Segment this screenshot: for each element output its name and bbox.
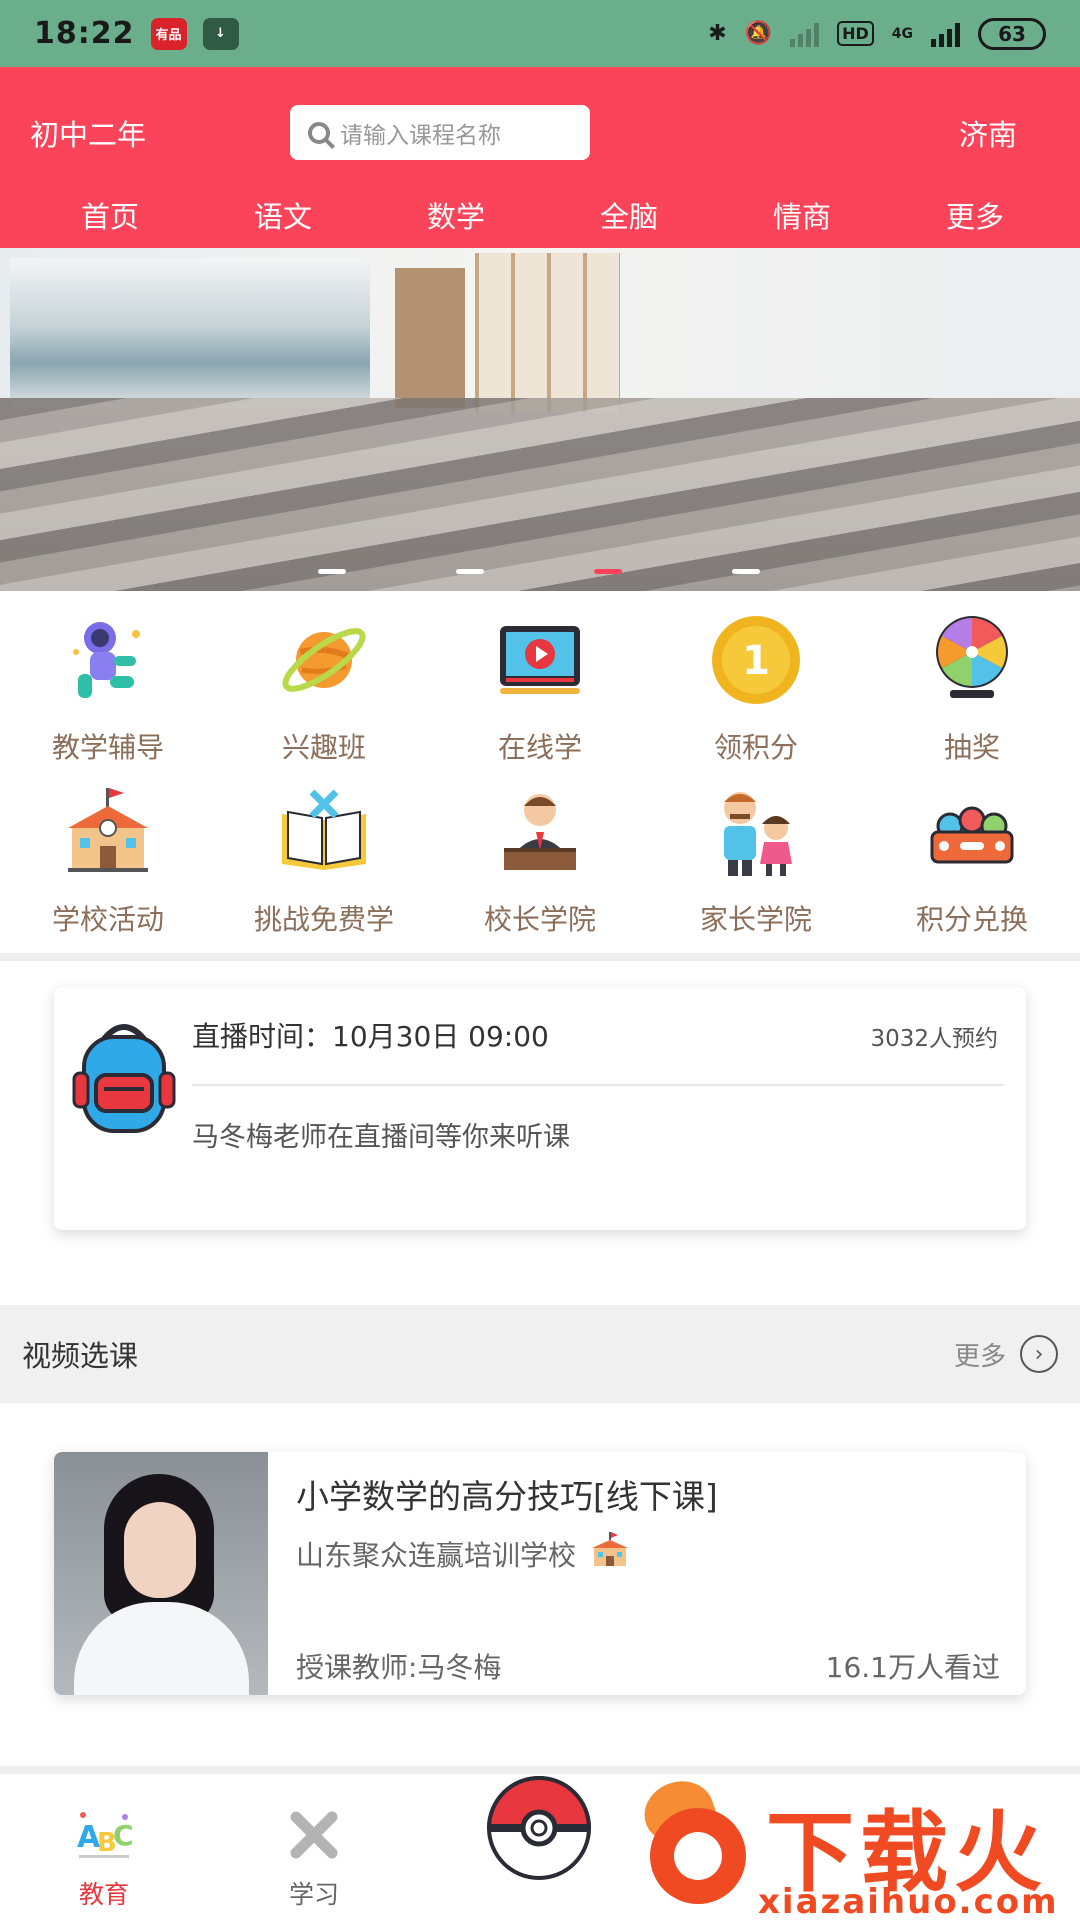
grid-item-free-challenge[interactable]: 挑战免费学 — [216, 784, 432, 944]
grid-label: 家长学院 — [699, 903, 812, 936]
live-description: 马冬梅老师在直播间等你来听课 — [192, 1122, 570, 1153]
category-tabs: 首页 语文 数学 全脑 情商 更多 — [0, 194, 1080, 236]
grid-item-school-activities[interactable]: 学校活动 — [0, 784, 216, 944]
course-school: 山东聚众连赢培训学校 — [296, 1532, 630, 1575]
tab-label-study: 学习 — [288, 1880, 339, 1909]
course-title: 小学数学的高分技巧[线下课] — [296, 1477, 718, 1516]
svg-text:C: C — [113, 1819, 134, 1852]
network-type: 4G — [891, 25, 913, 42]
mute-bell-icon: 🔕 — [744, 21, 773, 46]
status-bar: 18:22 有品 ↓ ✱ 🔕 HD 4G 63 — [0, 0, 1080, 67]
tab-home[interactable]: 首页 — [20, 194, 200, 236]
watermark-circle-icon — [650, 1808, 746, 1904]
exchange-box-icon — [924, 784, 1020, 880]
school-name: 山东聚众连赢培训学校 — [296, 1538, 577, 1572]
grid-label: 抽奖 — [943, 731, 1000, 764]
tab-eq[interactable]: 情商 — [712, 194, 892, 236]
banner-guzheng-desks — [0, 398, 1080, 591]
download-icon: ↓ — [202, 17, 239, 50]
live-broadcast-card[interactable]: 直播时间：10月30日 09:00 3032人预约 马冬梅老师在直播间等你来听课 — [54, 987, 1026, 1230]
search-placeholder: 请输入课程名称 — [340, 122, 501, 149]
svg-text:1: 1 — [742, 638, 770, 684]
parent-child-icon — [708, 784, 804, 880]
grade-selector[interactable]: 初中二年 — [30, 112, 146, 154]
grid-item-points-exchange[interactable]: 积分兑换 — [864, 784, 1080, 944]
bottom-divider — [0, 1766, 1080, 1774]
tab-more[interactable]: 更多 — [885, 194, 1065, 236]
feature-grid: 教学辅导 兴趣班 在线学 1 领积分 抽奖 学校活动 挑战免费学 校长学院 家长… — [0, 600, 1080, 950]
close-x-icon — [279, 1805, 349, 1865]
battery-icon: 63 — [978, 17, 1046, 50]
tab-label-education: 教育 — [78, 1880, 129, 1909]
card-divider — [192, 1084, 1004, 1086]
grid-item-earn-points[interactable]: 1 领积分 — [648, 612, 864, 772]
grid-item-parent-academy[interactable]: 家长学院 — [648, 784, 864, 944]
more-button[interactable]: 更多 › — [954, 1335, 1058, 1373]
grid-label: 领积分 — [713, 731, 798, 764]
section-divider — [0, 953, 1080, 961]
live-time: 直播时间：10月30日 09:00 — [192, 1020, 549, 1053]
grid-label: 积分兑换 — [915, 903, 1028, 936]
search-input[interactable]: 请输入课程名称 — [290, 105, 590, 160]
tab-chinese[interactable]: 语文 — [193, 194, 373, 236]
teacher-photo — [54, 1452, 268, 1695]
carousel-dot[interactable] — [732, 569, 760, 574]
hd-badge: HD — [837, 21, 874, 46]
backpack-icon — [70, 1019, 178, 1137]
watermark-url: xiazaihuo.com — [758, 1882, 1059, 1920]
tab-whole-brain[interactable]: 全脑 — [539, 194, 719, 236]
principal-icon — [492, 784, 588, 880]
astronaut-icon — [60, 612, 156, 708]
school-building-icon — [590, 1532, 630, 1575]
grid-label: 学校活动 — [51, 903, 164, 936]
bluetooth-icon: ✱ — [708, 21, 727, 46]
grid-label: 教学辅导 — [51, 731, 164, 764]
pokeball-icon[interactable] — [485, 1774, 593, 1882]
app-header: 初中二年 请输入课程名称 济南 首页 语文 数学 全脑 情商 更多 — [0, 67, 1080, 248]
wifi-signal-icon — [790, 21, 820, 47]
gold-coin-icon: 1 — [708, 612, 804, 708]
tab-study[interactable]: 学习 — [224, 1797, 404, 1920]
grid-item-interest-class[interactable]: 兴趣班 — [216, 612, 432, 772]
prize-wheel-icon — [924, 612, 1020, 708]
video-courses-header: 视频选课 更多 › — [0, 1305, 1080, 1403]
banner-landscape-painting — [10, 258, 370, 408]
carousel-dot[interactable] — [456, 569, 484, 574]
search-icon — [308, 121, 330, 144]
video-player-icon — [492, 612, 588, 708]
grid-label: 兴趣班 — [281, 731, 366, 764]
course-card[interactable]: 小学数学的高分技巧[线下课] 山东聚众连赢培训学校 授课教师:马冬梅 16.1万… — [54, 1452, 1026, 1695]
grid-label: 在线学 — [497, 731, 582, 764]
grid-item-principal-academy[interactable]: 校长学院 — [432, 784, 648, 944]
grid-item-lottery[interactable]: 抽奖 — [864, 612, 1080, 772]
tab-math[interactable]: 数学 — [366, 194, 546, 236]
banner-bookshelf — [475, 253, 620, 413]
grid-label: 校长学院 — [483, 903, 596, 936]
watermark-logo: 下载火 xiazaihuo.com — [638, 1778, 1080, 1920]
chevron-right-icon: › — [1020, 1335, 1058, 1373]
grid-item-online-learning[interactable]: 在线学 — [432, 612, 648, 772]
tab-education[interactable]: ABC 教育 — [14, 1797, 194, 1920]
status-indicators: ✱ 🔕 HD 4G 63 — [708, 17, 1046, 50]
reservation-count: 3032人预约 — [870, 1026, 998, 1052]
school-building-icon — [60, 784, 156, 880]
grid-label: 挑战免费学 — [253, 903, 394, 936]
section-title: 视频选课 — [22, 1339, 139, 1373]
youpin-app-icon: 有品 — [150, 17, 187, 50]
banner-carousel[interactable] — [0, 248, 1080, 591]
course-teacher: 授课教师:马冬梅 — [296, 1651, 502, 1684]
banner-door — [395, 268, 465, 408]
status-time: 18:22 — [34, 16, 135, 51]
carousel-dot-active[interactable] — [594, 569, 622, 574]
planet-icon — [276, 612, 372, 708]
cellular-signal-icon — [931, 21, 960, 47]
open-book-icon — [276, 784, 372, 880]
abc-icon: ABC — [69, 1805, 139, 1865]
grid-item-teaching[interactable]: 教学辅导 — [0, 612, 216, 772]
carousel-indicators — [0, 569, 1080, 575]
course-views: 16.1万人看过 — [825, 1651, 1000, 1684]
carousel-dot[interactable] — [318, 569, 346, 574]
city-selector[interactable]: 济南 — [959, 112, 1017, 154]
more-label: 更多 — [953, 1341, 1006, 1372]
